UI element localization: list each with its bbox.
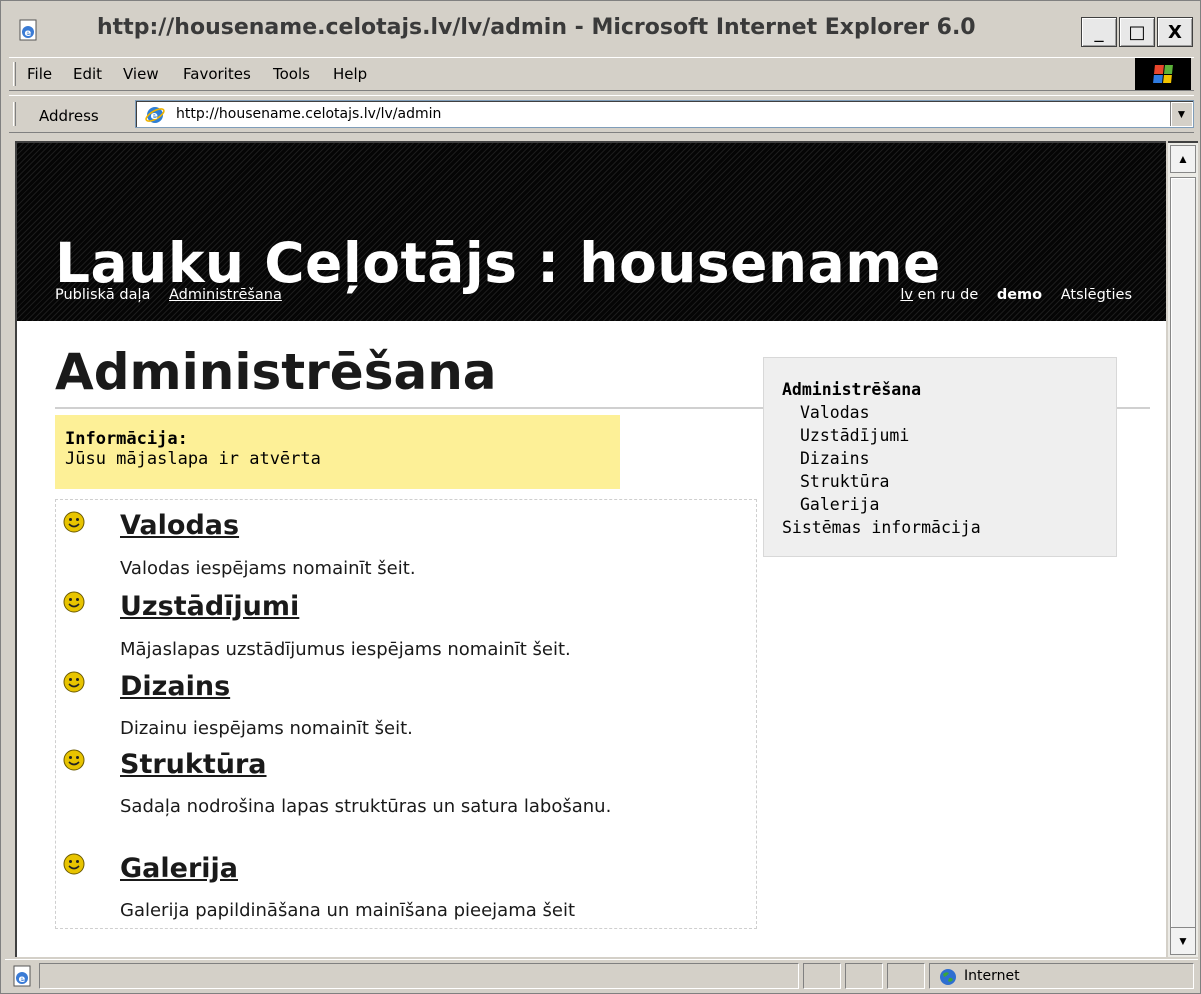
info-text: Jūsu mājaslapa ir atvērta	[65, 449, 321, 469]
page-title: Administrēšana	[55, 343, 497, 401]
address-input[interactable]: e http://housename.celotajs.lv/lv/admin …	[135, 100, 1194, 128]
chevron-down-icon: ▼	[1177, 934, 1189, 948]
admin-sidebar: Administrēšana Valodas Uzstādījumi Dizai…	[763, 357, 1117, 557]
status-pane	[803, 963, 841, 989]
section-desc: Valodas iespējams nomainīt šeit.	[120, 558, 416, 579]
chevron-up-icon: ▲	[1177, 152, 1189, 166]
smiley-icon	[63, 749, 85, 771]
sidebar-item-system-info[interactable]: Sistēmas informācija	[782, 516, 1098, 539]
globe-icon	[940, 969, 956, 985]
maximize-button[interactable]: □	[1119, 17, 1155, 47]
svg-text:e: e	[25, 28, 32, 39]
sidebar-item-galerija[interactable]: Galerija	[782, 493, 1098, 516]
section-desc: Dizainu iespējams nomainīt šeit.	[120, 718, 413, 739]
address-bar: Address e http://housename.celotajs.lv/l…	[9, 95, 1194, 133]
page-viewport: Lauku Ceļotājs : housename Publiskā daļa…	[15, 141, 1166, 957]
address-label: Address	[39, 107, 99, 125]
lang-ru[interactable]: ru	[940, 287, 955, 303]
menu-help[interactable]: Help	[333, 65, 367, 83]
windows-logo-throbber	[1135, 58, 1191, 90]
window-title: http://housename.celotajs.lv/lv/admin - …	[97, 15, 976, 40]
admin-sections: Valodas Valodas iespējams nomainīt šeit.…	[55, 499, 757, 929]
smiley-icon	[63, 591, 85, 613]
lang-de[interactable]: de	[960, 287, 978, 303]
toolbar-grip[interactable]	[13, 102, 16, 126]
browser-window: e http://housename.celotajs.lv/lv/admin …	[0, 0, 1201, 994]
svg-text:e: e	[151, 109, 158, 122]
windows-flag-icon	[1153, 65, 1173, 83]
menu-favorites[interactable]: Favorites	[183, 65, 251, 83]
status-text-pane	[39, 963, 799, 989]
svg-text:e: e	[19, 974, 26, 985]
section-desc: Mājaslapas uzstādījumus iespējams nomain…	[120, 639, 571, 660]
smiley-icon	[63, 671, 85, 693]
ie-icon: e	[145, 107, 165, 123]
scroll-up-button[interactable]: ▲	[1170, 145, 1196, 173]
title-bar[interactable]: e http://housename.celotajs.lv/lv/admin …	[5, 5, 1198, 55]
security-zone: Internet	[964, 968, 1020, 984]
sidebar-item-struktura[interactable]: Struktūra	[782, 470, 1098, 493]
menu-file[interactable]: File	[27, 65, 52, 83]
ie-page-icon: e	[13, 965, 31, 987]
address-dropdown-button[interactable]: ▼	[1170, 102, 1192, 126]
close-button[interactable]: X	[1157, 17, 1193, 47]
scroll-down-button[interactable]: ▼	[1170, 927, 1196, 955]
menu-view[interactable]: View	[123, 65, 159, 83]
toolbar-grip[interactable]	[13, 62, 16, 86]
ie-page-icon: e	[19, 19, 37, 41]
section-link-dizains[interactable]: Dizains	[120, 671, 230, 702]
status-bar: e Internet	[5, 959, 1198, 991]
section-link-struktura[interactable]: Struktūra	[120, 749, 267, 780]
chevron-down-icon: ▼	[1175, 107, 1188, 121]
menu-bar: File Edit View Favorites Tools Help	[9, 57, 1194, 91]
site-header: Lauku Ceļotājs : housename Publiskā daļa…	[17, 143, 1166, 321]
status-pane	[845, 963, 883, 989]
site-title: Lauku Ceļotājs : housename	[55, 231, 941, 295]
section-link-galerija[interactable]: Galerija	[120, 853, 238, 884]
section-link-uzstadijumi[interactable]: Uzstādījumi	[120, 591, 299, 622]
sidebar-item-valodas[interactable]: Valodas	[782, 401, 1098, 424]
scroll-thumb[interactable]	[1170, 177, 1196, 935]
current-user: demo	[996, 287, 1043, 303]
menu-tools[interactable]: Tools	[273, 65, 310, 83]
vertical-scrollbar[interactable]: ▲ ▼	[1168, 141, 1198, 957]
info-heading: Informācija:	[65, 429, 188, 449]
smiley-icon	[63, 853, 85, 875]
menu-edit[interactable]: Edit	[73, 65, 102, 83]
sidebar-item-uzstadijumi[interactable]: Uzstādījumi	[782, 424, 1098, 447]
sidebar-heading[interactable]: Administrēšana	[782, 378, 1098, 401]
lang-en[interactable]: en	[918, 287, 936, 303]
nav-public[interactable]: Publiskā daļa	[55, 287, 150, 303]
section-desc: Sadaļa nodrošina lapas struktūras un sat…	[120, 796, 612, 817]
status-pane	[887, 963, 925, 989]
smiley-icon	[63, 511, 85, 533]
section-desc: Galerija papildināšana un mainīšana piee…	[120, 900, 576, 921]
info-notice: Informācija: Jūsu mājaslapa ir atvērta	[55, 415, 620, 489]
language-nav: lv en ru de demo Atslēgties	[900, 287, 1132, 303]
section-link-valodas[interactable]: Valodas	[120, 510, 239, 541]
zone-pane: Internet	[929, 963, 1194, 989]
logout-link[interactable]: Atslēgties	[1061, 287, 1132, 303]
minimize-button[interactable]: _	[1081, 17, 1117, 47]
address-url[interactable]: http://housename.celotajs.lv/lv/admin	[176, 106, 441, 122]
lang-lv[interactable]: lv	[900, 287, 913, 303]
nav-admin[interactable]: Administrēšana	[169, 287, 282, 303]
site-nav: Publiskā daļa Administrēšana	[55, 287, 296, 303]
sidebar-item-dizains[interactable]: Dizains	[782, 447, 1098, 470]
